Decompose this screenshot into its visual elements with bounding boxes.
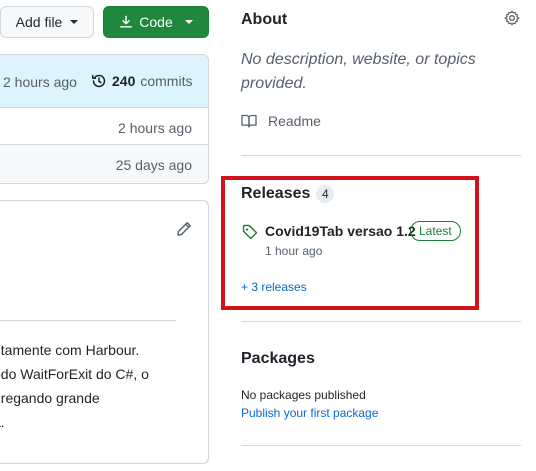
file-row[interactable]: 25 days ago xyxy=(0,145,208,182)
latest-commit-row: 2 hours ago 240 commits xyxy=(0,55,208,108)
readme-link-label: Readme xyxy=(268,113,321,129)
readme-link[interactable]: Readme xyxy=(241,113,321,129)
download-icon xyxy=(120,15,133,28)
commit-label: commits xyxy=(140,73,193,89)
readme-text-line: odo WaitForExit do C#, o xyxy=(0,366,149,382)
releases-highlight-box xyxy=(221,176,479,310)
readme-divider xyxy=(0,320,176,321)
no-packages-text: No packages published xyxy=(241,388,366,402)
publish-package-link[interactable]: Publish your first package xyxy=(241,406,378,420)
file-list: 2 hours ago 240 commits 2 hours ago 25 d… xyxy=(0,54,209,184)
code-button[interactable]: Code xyxy=(103,6,209,38)
readme-text-line: gregando grande xyxy=(0,390,100,406)
readme-box: ntamente com Harbour. odo WaitForExit do… xyxy=(0,200,209,464)
about-description: No description, website, or topics xyxy=(241,51,476,68)
add-file-label: Add file xyxy=(15,14,63,30)
book-icon xyxy=(241,114,257,128)
about-description: provided. xyxy=(241,75,307,92)
history-icon xyxy=(92,74,106,88)
file-row-time: 25 days ago xyxy=(115,157,192,173)
commits-link[interactable]: 240 commits xyxy=(91,73,192,89)
sidebar-divider xyxy=(241,155,521,156)
sidebar-divider xyxy=(241,445,521,446)
about-title: About xyxy=(241,11,288,28)
readme-text-line: ntamente com Harbour. xyxy=(0,342,140,358)
latest-commit-time: 2 hours ago xyxy=(3,74,77,90)
packages-title[interactable]: Packages xyxy=(241,350,315,368)
file-row-time: 2 hours ago xyxy=(118,120,192,136)
sidebar-divider xyxy=(241,321,521,322)
gear-icon[interactable] xyxy=(504,10,520,26)
add-file-button[interactable]: Add file xyxy=(0,6,94,38)
caret-down-icon xyxy=(70,20,79,24)
file-row[interactable]: 2 hours ago xyxy=(0,108,208,145)
readme-text-line: a. xyxy=(0,414,5,430)
pencil-edit-icon[interactable] xyxy=(176,221,192,237)
caret-down-icon xyxy=(184,20,193,24)
code-label: Code xyxy=(139,14,173,30)
commit-count: 240 xyxy=(112,73,136,89)
